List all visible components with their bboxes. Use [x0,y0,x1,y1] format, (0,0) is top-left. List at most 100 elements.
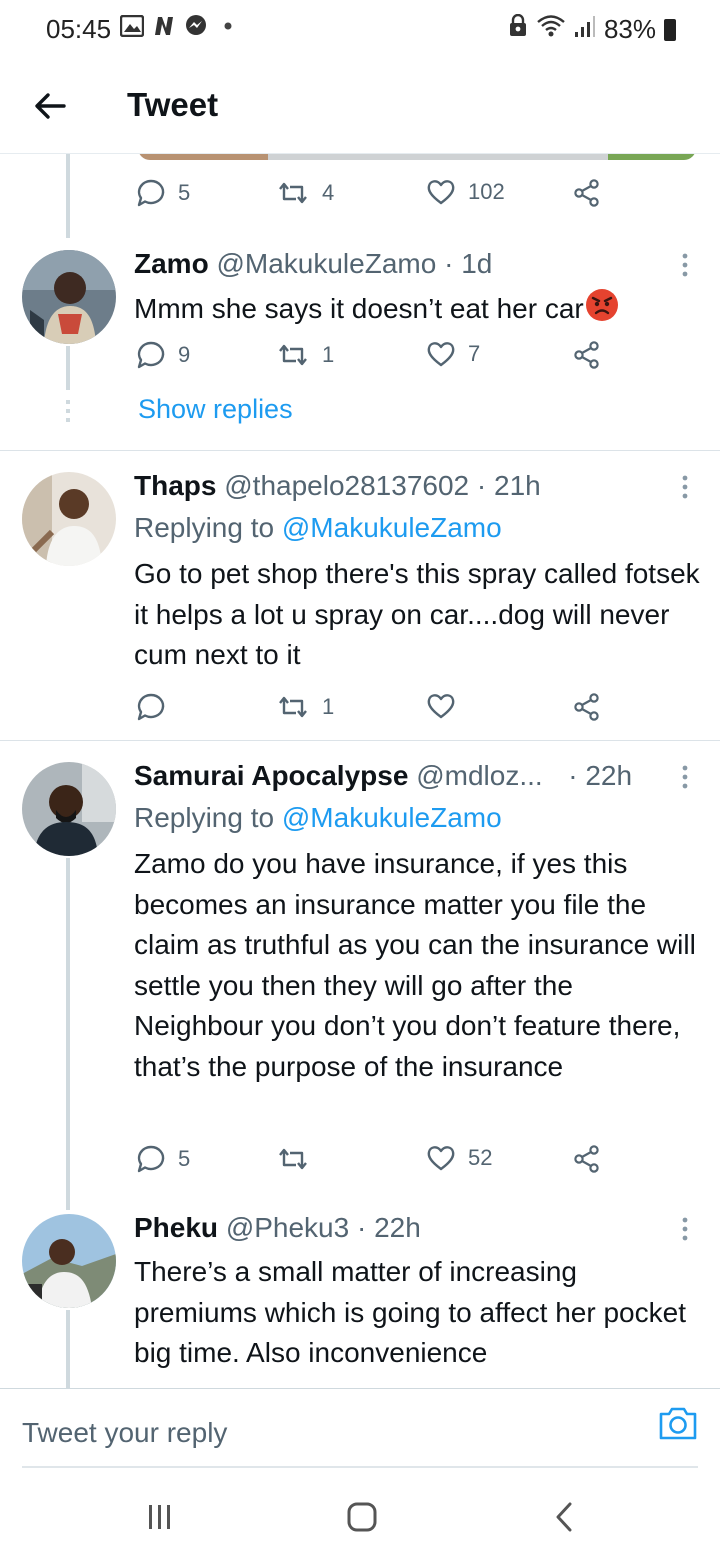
share-icon [572,178,602,208]
reply-count: 9 [178,342,191,367]
reply-action[interactable] [136,692,178,722]
like-count: 52 [468,1145,493,1170]
home-icon[interactable] [342,1500,382,1534]
avatar[interactable] [22,250,116,344]
username[interactable]: @MakukuleZamo [216,248,436,279]
share-icon [572,1144,602,1174]
share-action[interactable] [572,340,602,370]
more-options-icon[interactable] [680,474,690,500]
thread-line [66,154,70,238]
recent-apps-icon[interactable] [140,1500,180,1534]
separator: · [349,1212,375,1243]
show-replies-link[interactable]: Show replies [138,394,293,425]
arrow-left-icon[interactable] [30,86,70,126]
reply-action[interactable]: 5 [136,1144,190,1174]
camera-icon[interactable] [658,1405,698,1441]
reply-icon [136,178,166,208]
username[interactable]: @Pheku3 [226,1212,349,1243]
wifi-icon [536,14,566,45]
retweet-count: 1 [322,342,335,367]
conversation-feed[interactable]: 5 4 102 Zamo @MakukuleZamo · 1d Mmm she … [0,154,720,1388]
replying-to: Replying to @MakukuleZamo [134,802,502,834]
tweet-actions: 5 4 102 [134,178,614,212]
timestamp: 22h [374,1212,421,1243]
separator: · [469,470,495,501]
reply-icon [136,1144,166,1174]
retweet-count: 4 [322,180,335,205]
like-action[interactable]: 102 [426,178,505,206]
display-name[interactable]: Samurai Apocalypse [134,760,408,791]
divider [22,1466,698,1468]
tweet-actions: 1 [134,692,614,726]
more-options-icon[interactable] [680,1216,690,1242]
share-action[interactable] [572,1144,602,1174]
divider [0,740,720,741]
timestamp: 1d [461,248,493,279]
status-bar: 05:45 83% [0,0,720,58]
tweet-header: Thaps @thapelo28137602 · 21h [134,470,541,502]
separator: · [560,760,586,791]
retweet-action[interactable]: 1 [276,340,334,370]
reply-action[interactable]: 9 [136,340,190,370]
heart-icon [426,178,456,206]
dot-icon [216,14,240,38]
angry-face-icon [585,288,619,334]
collapsed-thread-dots [64,400,72,422]
like-action[interactable]: 7 [426,340,480,368]
display-name[interactable]: Pheku [134,1212,218,1243]
tweet-text: Go to pet shop there's this spray called… [134,558,700,671]
system-indicators: 83% [508,13,676,45]
share-action[interactable] [572,178,602,208]
retweet-icon [276,1144,310,1174]
media-thumbnail-bottom[interactable] [138,154,696,160]
display-name[interactable]: Zamo [134,248,209,279]
timestamp: 21h [494,470,541,501]
reply-composer[interactable]: Tweet your reply [0,1388,720,1470]
display-name[interactable]: Thaps [134,470,216,501]
reply-input[interactable]: Tweet your reply [22,1417,227,1449]
messenger-icon [184,14,208,38]
battery-icon [664,18,676,41]
retweet-icon [276,178,310,208]
reply-icon [136,340,166,370]
reply-action[interactable]: 5 [136,178,190,208]
replying-to-label: Replying to [134,802,282,833]
username[interactable]: @mdloz... [416,760,542,791]
avatar[interactable] [22,762,116,856]
retweet-action[interactable]: 4 [276,178,334,208]
replying-to-handle[interactable]: @MakukuleZamo [282,512,502,543]
like-action[interactable] [426,692,468,720]
retweet-action[interactable]: 1 [276,692,334,722]
reply-count: 5 [178,1146,191,1171]
retweet-icon [276,692,310,722]
more-options-icon[interactable] [680,764,690,790]
replying-to: Replying to @MakukuleZamo [134,512,502,544]
avatar[interactable] [22,472,116,566]
replying-to-handle[interactable]: @MakukuleZamo [282,802,502,833]
more-options-icon[interactable] [680,252,690,278]
thread-line [66,858,70,1210]
battery-level: 83% [603,14,656,44]
heart-icon [426,340,456,368]
share-action[interactable] [572,692,602,722]
username[interactable]: @thapelo28137602 [224,470,469,501]
system-navigation-bar [0,1470,720,1560]
like-action[interactable]: 52 [426,1144,492,1172]
tweet-text: There’s a small matter of increasing pre… [134,1256,686,1369]
retweet-count: 1 [322,694,335,719]
tweet-header: Samurai Apocalypse @mdloz... · 22h [134,760,632,792]
retweet-icon [276,340,310,370]
back-icon[interactable] [544,1500,584,1534]
tweet-header: Pheku @Pheku3 · 22h [134,1212,421,1244]
retweet-action[interactable] [276,1144,322,1174]
n-app-icon [152,14,176,38]
tweet-header: Zamo @MakukuleZamo · 1d [134,248,492,280]
lock-icon [508,13,528,45]
app-header: Tweet [0,58,720,154]
signal-icon [574,14,596,45]
reply-icon [136,692,166,722]
avatar[interactable] [22,1214,116,1308]
notification-icons [120,14,240,38]
reply-count: 5 [178,180,191,205]
like-count: 102 [468,179,505,204]
